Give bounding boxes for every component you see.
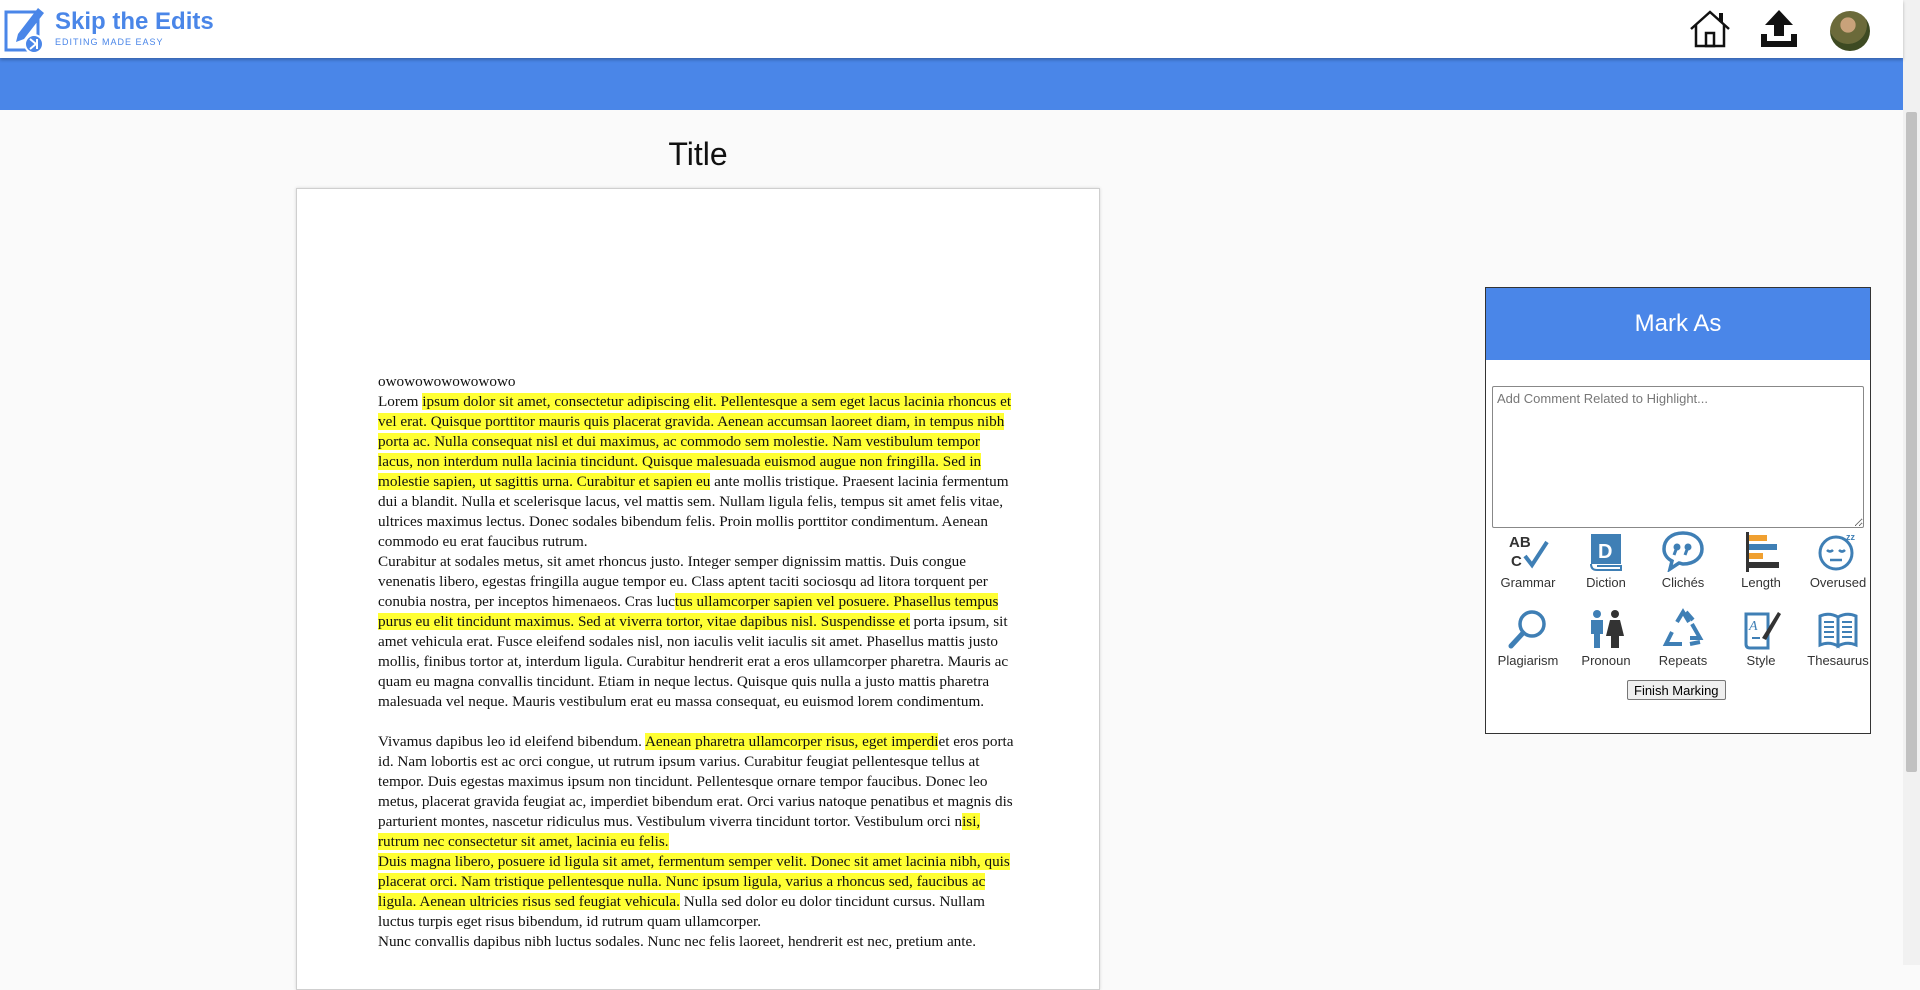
tool-style[interactable]: A Style xyxy=(1723,608,1799,680)
svg-text:D: D xyxy=(1598,541,1612,563)
text-segment[interactable]: Vivamus dapibus leo id eleifend bibendum… xyxy=(378,733,645,750)
user-avatar[interactable] xyxy=(1830,11,1870,51)
tool-length[interactable]: Length xyxy=(1723,530,1799,602)
mark-as-panel: Mark As AB C Grammar D Diction xyxy=(1485,287,1871,734)
text-segment[interactable]: Nunc convallis dapibus nibh luctus sodal… xyxy=(378,933,976,950)
home-icon[interactable] xyxy=(1688,8,1732,50)
document-page[interactable]: owowowowowowowo Lorem ipsum dolor sit ame… xyxy=(296,188,1100,990)
tool-label: Plagiarism xyxy=(1497,653,1559,668)
cliches-icon xyxy=(1662,531,1704,572)
svg-text:A: A xyxy=(1748,619,1758,634)
text-segment[interactable]: owowowowowowowo xyxy=(378,373,516,390)
document-paragraph[interactable] xyxy=(378,712,1018,732)
tool-overused[interactable]: zz Overused xyxy=(1800,530,1876,602)
thesaurus-icon xyxy=(1818,612,1858,649)
tool-label: Diction xyxy=(1586,575,1626,590)
document-paragraph[interactable]: Duis magna libero, posuere id ligula sit… xyxy=(378,852,1018,932)
tool-thesaurus[interactable]: Thesaurus xyxy=(1800,608,1876,680)
brand-name: Skip the Edits xyxy=(55,8,214,35)
document-paragraph[interactable]: Nunc convallis dapibus nibh luctus sodal… xyxy=(378,932,1018,952)
length-icon xyxy=(1746,532,1779,572)
finish-marking-button[interactable]: Finish Marking xyxy=(1627,680,1726,700)
tool-label: Repeats xyxy=(1658,653,1708,668)
tool-pronoun[interactable]: Pronoun xyxy=(1568,608,1644,680)
pronoun-icon xyxy=(1591,610,1624,648)
tool-diction[interactable]: D Diction xyxy=(1568,530,1644,602)
document-title: Title xyxy=(668,136,728,172)
mark-as-title: Mark As xyxy=(1486,288,1870,360)
svg-text:C: C xyxy=(1511,553,1522,570)
top-navbar: Skip the Edits EDITING MADE EASY xyxy=(0,0,1903,58)
document-paragraph[interactable]: Curabitur at sodales metus, sit amet rho… xyxy=(378,552,1018,712)
diction-icon: D xyxy=(1590,534,1622,571)
repeats-icon xyxy=(1662,608,1704,646)
tool-plagiarism[interactable]: Plagiarism xyxy=(1490,608,1566,680)
tool-label: Overused xyxy=(1809,575,1867,590)
text-segment[interactable]: Lorem xyxy=(378,393,422,410)
brand-tagline: EDITING MADE EASY xyxy=(55,37,164,47)
logo-icon[interactable] xyxy=(4,4,46,54)
blue-banner xyxy=(0,58,1903,110)
document-paragraph[interactable]: Vivamus dapibus leo id eleifend bibendum… xyxy=(378,732,1018,852)
style-icon: A xyxy=(1744,612,1781,650)
svg-text:zz: zz xyxy=(1846,532,1856,542)
document-paragraph[interactable]: Lorem ipsum dolor sit amet, consectetur … xyxy=(378,392,1018,552)
tool-grammar[interactable]: AB C Grammar xyxy=(1490,530,1566,602)
comment-input[interactable] xyxy=(1492,386,1864,528)
tool-label: Length xyxy=(1741,575,1781,590)
plagiarism-icon xyxy=(1508,610,1546,649)
tool-cliches[interactable]: Clichés xyxy=(1645,530,1721,602)
scrollbar-thumb[interactable] xyxy=(1906,112,1917,772)
document-paragraph[interactable]: owowowowowowowo xyxy=(378,372,1018,392)
highlighted-text[interactable]: Aenean pharetra ullamcorper risus, eget … xyxy=(644,733,939,750)
tool-label: Style xyxy=(1746,653,1776,668)
tool-label: Thesaurus xyxy=(1807,653,1869,668)
document-text[interactable]: owowowowowowowo Lorem ipsum dolor sit ame… xyxy=(378,372,1018,952)
tool-label: Grammar xyxy=(1500,575,1556,590)
grammar-icon: AB C xyxy=(1509,534,1549,570)
overused-icon: zz xyxy=(1818,532,1856,571)
tool-repeats[interactable]: Repeats xyxy=(1645,608,1721,680)
tool-label: Pronoun xyxy=(1581,653,1631,668)
tool-label: Clichés xyxy=(1661,575,1705,590)
upload-icon[interactable] xyxy=(1757,8,1801,50)
svg-text:AB: AB xyxy=(1509,534,1531,551)
